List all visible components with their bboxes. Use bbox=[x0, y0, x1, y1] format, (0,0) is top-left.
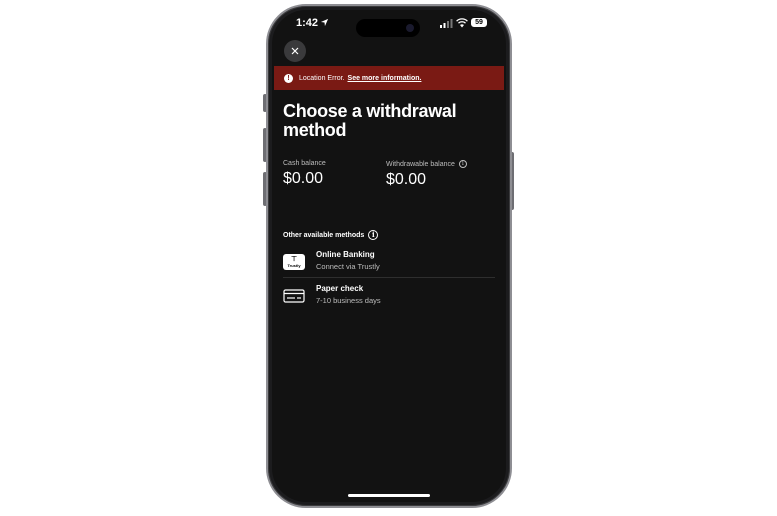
other-methods-label: Other available methods i bbox=[283, 230, 379, 240]
status-time: 1:42 bbox=[296, 17, 319, 29]
trustly-icon: ⊤ Trustly bbox=[283, 254, 305, 270]
method-paper-check[interactable]: Paper check 7-10 business days bbox=[283, 282, 495, 312]
method-title: Online Banking bbox=[316, 250, 375, 259]
page-title: Choose a withdrawal method bbox=[283, 101, 457, 140]
error-message: Location Error. bbox=[299, 74, 345, 82]
close-button[interactable] bbox=[284, 40, 306, 62]
method-online-banking[interactable]: ⊤ Trustly Online Banking Connect via Trus… bbox=[283, 248, 495, 278]
methods-info-icon[interactable]: i bbox=[368, 230, 379, 240]
location-error-banner: ! Location Error. See more information. bbox=[274, 66, 504, 90]
withdrawable-info-icon[interactable]: i bbox=[458, 160, 467, 168]
method-subtitle: 7-10 business days bbox=[316, 296, 381, 305]
method-subtitle: Connect via Trustly bbox=[316, 262, 380, 271]
phone-screen: 1:42 59 ! Location Error. See more infor… bbox=[272, 10, 506, 502]
wifi-icon bbox=[456, 18, 468, 28]
status-bar: 1:42 59 bbox=[272, 10, 506, 37]
cash-balance-label: Cash balance bbox=[283, 160, 326, 167]
withdrawable-balance: Withdrawable balance i $0.00 bbox=[386, 160, 467, 189]
cash-balance: Cash balance $0.00 bbox=[283, 160, 326, 188]
method-title: Paper check bbox=[316, 284, 364, 293]
withdrawable-balance-label: Withdrawable balance i bbox=[386, 160, 467, 168]
see-more-info-link[interactable]: See more information. bbox=[348, 75, 422, 82]
dynamic-island bbox=[356, 19, 420, 37]
battery-icon: 59 bbox=[471, 18, 487, 27]
cash-balance-value: $0.00 bbox=[283, 170, 324, 187]
check-card-icon bbox=[283, 289, 305, 303]
stage: 1:42 59 ! Location Error. See more infor… bbox=[0, 0, 777, 516]
close-icon bbox=[291, 47, 299, 55]
camera-icon bbox=[406, 24, 414, 32]
location-arrow-icon bbox=[320, 18, 329, 27]
withdrawable-balance-value: $0.00 bbox=[386, 171, 427, 188]
exclamation-icon: ! bbox=[284, 73, 293, 83]
cellular-signal-icon bbox=[440, 19, 453, 28]
home-indicator[interactable] bbox=[348, 494, 430, 497]
